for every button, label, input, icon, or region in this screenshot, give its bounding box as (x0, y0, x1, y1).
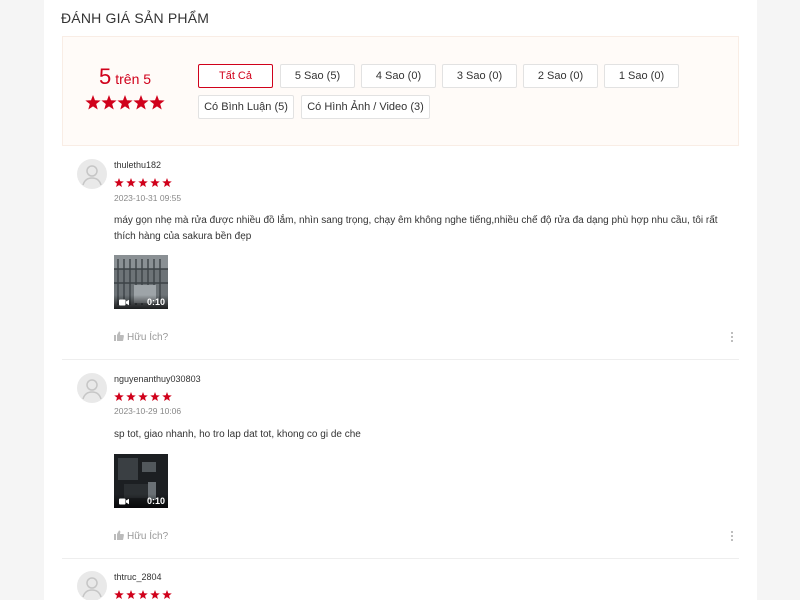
video-camera-icon (119, 299, 129, 306)
star-icon (85, 95, 101, 110)
star-icon (138, 590, 148, 600)
review-username: thtruc_2804 (114, 572, 162, 582)
star-icon (162, 178, 172, 188)
star-icon (150, 392, 160, 402)
more-options-icon[interactable] (731, 332, 733, 344)
star-icon (150, 590, 160, 600)
star-icon (149, 95, 165, 110)
star-icon (138, 178, 148, 188)
helpful-button[interactable]: Hữu Ích? (114, 530, 168, 542)
review-timestamp: 2023-10-31 09:55 (114, 193, 182, 203)
video-duration: 0:10 (146, 496, 165, 506)
overview-stars (85, 95, 165, 116)
star-icon (117, 95, 133, 110)
filter-2-star[interactable]: 2 Sao (0) (523, 64, 598, 88)
user-icon (82, 577, 102, 598)
review-stars (114, 175, 174, 193)
star-icon (114, 178, 124, 188)
review-star-group (114, 178, 172, 188)
video-camera-icon (119, 498, 129, 505)
review-item: nguyenanthuy030803 2023-10-29 10:06 sp t… (62, 369, 739, 559)
review-star-group (114, 590, 172, 600)
star-icon (101, 95, 117, 110)
filter-1-star[interactable]: 1 Sao (0) (604, 64, 679, 88)
filter-3-star[interactable]: 3 Sao (0) (442, 64, 517, 88)
review-username: thulethu182 (114, 160, 162, 170)
review-star-group (114, 392, 172, 402)
filter-4-star[interactable]: 4 Sao (0) (361, 64, 436, 88)
review-text: sp tot, giao nhanh, ho tro lap dat tot, … (114, 429, 361, 440)
star-icon (126, 178, 136, 188)
rating-score-value: 5 (99, 64, 112, 89)
star-icon (126, 392, 136, 402)
more-options-icon[interactable] (731, 531, 733, 543)
overview-star-group (85, 95, 165, 110)
section-title: ĐÁNH GIÁ SẢN PHẨM (61, 10, 210, 26)
review-divider (62, 359, 739, 360)
avatar (77, 159, 107, 189)
star-icon (162, 392, 172, 402)
review-item: thtruc_2804 (62, 567, 739, 600)
filter-5-star[interactable]: 5 Sao (5) (280, 64, 355, 88)
review-stars (114, 587, 174, 600)
rating-score: 5 trên 5 (99, 64, 151, 90)
user-icon (82, 165, 102, 186)
review-video-thumbnail[interactable]: 0:10 (114, 454, 168, 508)
review-text: máy gọn nhẹ mà rửa được nhiều đồ lắm, nh… (114, 215, 718, 242)
star-icon (133, 95, 149, 110)
video-duration: 0:10 (146, 297, 165, 307)
user-icon (82, 379, 102, 400)
avatar (77, 373, 107, 403)
avatar (77, 571, 107, 600)
filter-with-comment[interactable]: Có Bình Luận (5) (198, 95, 294, 119)
filter-all[interactable]: Tất Cả (198, 64, 273, 88)
helpful-button[interactable]: Hữu Ích? (114, 331, 168, 343)
product-rating-section: ĐÁNH GIÁ SẢN PHẨM 5 trên 5 Tất Cả 5 Sao (… (44, 0, 757, 600)
star-icon (114, 392, 124, 402)
review-divider (62, 558, 739, 559)
thumbs-up-icon (114, 530, 124, 540)
helpful-label: Hữu Ích? (127, 332, 169, 343)
review-timestamp: 2023-10-29 10:06 (114, 406, 182, 416)
helpful-label: Hữu Ích? (127, 531, 169, 542)
review-item: thulethu182 2023-10-31 09:55 máy gọn nhẹ… (62, 155, 739, 360)
review-stars (114, 389, 174, 407)
filter-with-media[interactable]: Có Hình Ảnh / Video (3) (301, 95, 430, 119)
review-username: nguyenanthuy030803 (114, 374, 201, 384)
review-video-thumbnail[interactable]: 0:10 (114, 255, 168, 309)
thumbs-up-icon (114, 331, 124, 341)
star-icon (114, 590, 124, 600)
rating-score-suffix: trên 5 (115, 71, 152, 87)
star-icon (138, 392, 148, 402)
rating-overview: 5 trên 5 Tất Cả 5 Sao (5) 4 Sao (0) 3 Sao… (62, 36, 739, 146)
star-icon (162, 590, 172, 600)
star-icon (126, 590, 136, 600)
star-icon (150, 178, 160, 188)
